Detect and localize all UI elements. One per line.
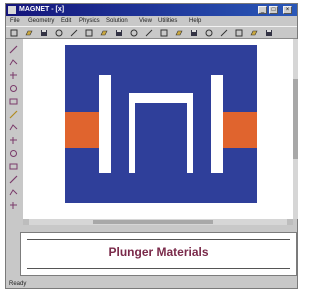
menu-geometry[interactable]: Geometry	[28, 16, 54, 26]
plunger-right-leg	[193, 93, 211, 173]
scroll-left-arrow-icon[interactable]	[23, 219, 29, 225]
new-icon[interactable]	[10, 29, 18, 37]
plot-icon[interactable]	[220, 29, 228, 37]
copy-tool-icon[interactable]	[9, 175, 18, 184]
outer-shell-bottom	[65, 173, 257, 203]
edge-tool-icon[interactable]	[9, 149, 18, 158]
menu-view[interactable]: View	[139, 16, 152, 26]
select-tool-icon[interactable]	[9, 45, 18, 54]
menu-physics[interactable]: Physics	[79, 16, 100, 26]
circle-icon[interactable]	[160, 29, 168, 37]
coil-left	[65, 112, 99, 148]
zoom-icon[interactable]	[70, 29, 78, 37]
mesh-icon[interactable]	[190, 29, 198, 37]
node-tool-icon[interactable]	[9, 123, 18, 132]
text-tool-icon[interactable]	[9, 201, 18, 210]
horizontal-scrollbar[interactable]	[23, 219, 293, 225]
maximize-button[interactable]: □	[269, 6, 278, 14]
line-icon[interactable]	[115, 29, 123, 37]
drawing-toolbar	[6, 39, 22, 225]
panel-rule-bottom	[27, 268, 290, 269]
panel-rule-top	[27, 239, 290, 240]
panel-caption: Plunger Materials	[108, 245, 209, 259]
fill-tool-icon[interactable]	[9, 162, 18, 171]
arc-icon[interactable]	[130, 29, 138, 37]
plunger-top	[111, 75, 211, 93]
line-tool-icon[interactable]	[9, 58, 18, 67]
status-bar: Ready	[6, 280, 297, 288]
vertical-scrollbar[interactable]	[293, 39, 298, 219]
pan-icon[interactable]	[100, 29, 108, 37]
move-tool-icon[interactable]	[9, 71, 18, 80]
coil-right	[223, 112, 257, 148]
status-text: Ready	[9, 281, 27, 287]
inner-gap-right	[187, 93, 193, 173]
plunger-left-leg	[111, 93, 129, 173]
delete-tool-icon[interactable]	[9, 188, 18, 197]
vertical-scroll-thumb[interactable]	[293, 79, 298, 159]
application-window: MAGNET - [x] _ □ × File Geometry Edit Ph…	[5, 3, 298, 289]
save-icon[interactable]	[40, 29, 48, 37]
window-icon[interactable]	[250, 29, 258, 37]
field-icon[interactable]	[235, 29, 243, 37]
plunger-core	[129, 103, 193, 173]
inner-gap-left	[129, 93, 135, 173]
menu-help[interactable]: Help	[189, 16, 201, 26]
solve-icon[interactable]	[205, 29, 213, 37]
menu-solution[interactable]: Solution	[106, 16, 128, 26]
triangle-tool-icon[interactable]	[9, 136, 18, 145]
select-icon[interactable]	[85, 29, 93, 37]
model-canvas[interactable]	[23, 39, 293, 219]
app-icon[interactable]	[8, 6, 16, 14]
rotate-tool-icon[interactable]	[9, 84, 18, 93]
help-icon[interactable]	[265, 29, 273, 37]
close-button[interactable]: ×	[283, 6, 292, 14]
open-icon[interactable]	[25, 29, 33, 37]
window-title: MAGNET - [x]	[19, 6, 65, 13]
main-toolbar	[6, 26, 297, 39]
rectangle-icon[interactable]	[175, 29, 183, 37]
menu-edit[interactable]: Edit	[61, 16, 71, 26]
horizontal-scroll-thumb[interactable]	[93, 220, 213, 224]
menu-file[interactable]: File	[10, 16, 20, 26]
scroll-right-arrow-icon[interactable]	[287, 219, 293, 225]
polygon-tool-icon[interactable]	[9, 110, 18, 119]
menu-bar: File Geometry Edit Physics Solution View…	[6, 16, 297, 26]
minimize-button[interactable]: _	[258, 6, 267, 14]
polyline-icon[interactable]	[145, 29, 153, 37]
outer-shell-top	[65, 45, 257, 75]
inner-gap-top	[129, 93, 193, 103]
menu-utilities[interactable]: Utilities	[158, 16, 177, 26]
circle-tool-icon[interactable]	[9, 97, 18, 106]
plunger-geometry	[65, 45, 257, 203]
caption-panel: Plunger Materials	[20, 232, 297, 276]
print-icon[interactable]	[55, 29, 63, 37]
title-bar[interactable]: MAGNET - [x] _ □ ×	[6, 4, 297, 16]
